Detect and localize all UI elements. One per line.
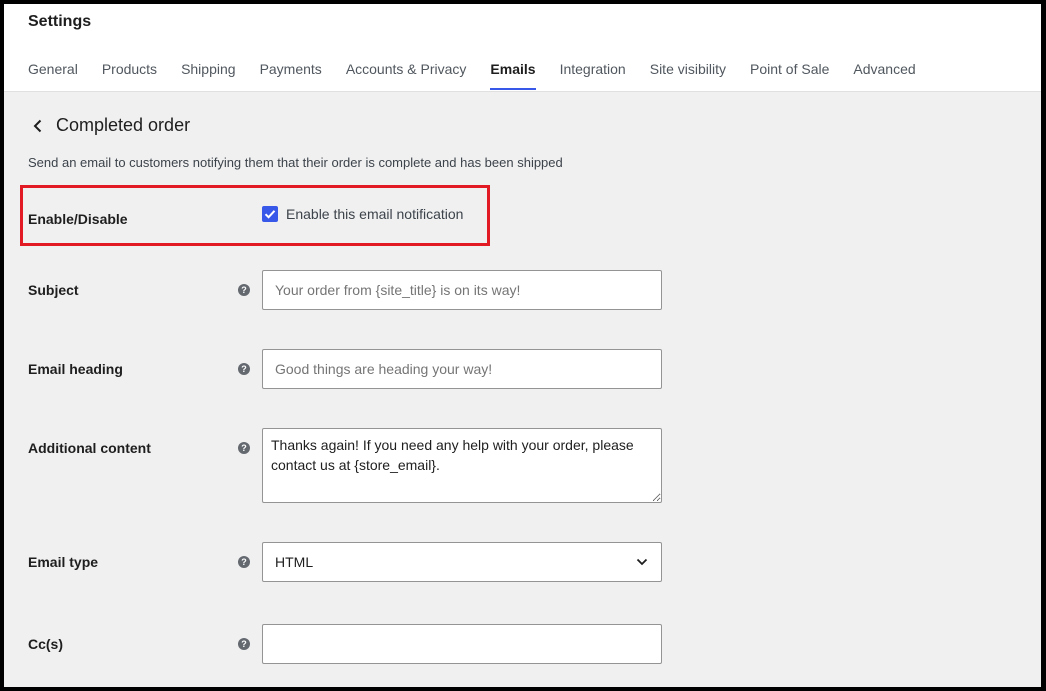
email-type-select[interactable]: HTML: [262, 542, 662, 582]
section-description: Send an email to customers notifying the…: [28, 155, 563, 170]
cc-label: Cc(s): [28, 636, 64, 652]
page-title: Settings: [28, 13, 92, 30]
help-icon[interactable]: ?: [238, 556, 250, 568]
email-heading-label: Email heading: [28, 361, 123, 377]
settings-window: Settings General Products Shipping Payme…: [4, 4, 1041, 687]
additional-content-textarea[interactable]: Thanks again! If you need any help with …: [262, 428, 662, 503]
back-link[interactable]: Completed order: [30, 115, 190, 136]
chevron-left-icon[interactable]: [30, 118, 46, 134]
tab-point-of-sale[interactable]: Point of Sale: [750, 60, 829, 90]
enable-notification-row[interactable]: Enable this email notification: [262, 206, 463, 222]
cc-input[interactable]: [262, 624, 662, 664]
settings-tabs: General Products Shipping Payments Accou…: [28, 60, 940, 90]
chevron-down-icon: [636, 558, 648, 566]
section-heading: Completed order: [56, 115, 191, 135]
tab-payments[interactable]: Payments: [260, 60, 322, 90]
enable-notification-label: Enable this email notification: [286, 206, 464, 222]
tab-products[interactable]: Products: [102, 60, 157, 90]
help-icon[interactable]: ?: [238, 363, 250, 375]
subject-input[interactable]: [262, 270, 662, 310]
tab-site-visibility[interactable]: Site visibility: [650, 60, 726, 90]
tab-accounts-privacy[interactable]: Accounts & Privacy: [346, 60, 467, 90]
tab-shipping[interactable]: Shipping: [181, 60, 236, 90]
additional-content-label: Additional content: [28, 440, 151, 456]
settings-header: Settings General Products Shipping Payme…: [4, 4, 1041, 92]
checkmark-icon: [264, 210, 276, 219]
email-type-value: HTML: [275, 554, 314, 570]
help-icon[interactable]: ?: [238, 284, 250, 296]
email-heading-input[interactable]: [262, 349, 662, 389]
tab-integration[interactable]: Integration: [560, 60, 626, 90]
help-icon[interactable]: ?: [238, 442, 250, 454]
enable-notification-checkbox[interactable]: [262, 206, 278, 222]
tab-emails[interactable]: Emails: [490, 60, 536, 90]
help-icon[interactable]: ?: [238, 638, 250, 650]
email-type-label: Email type: [28, 554, 99, 570]
subject-label: Subject: [28, 282, 79, 298]
tab-general[interactable]: General: [28, 60, 78, 90]
tab-advanced[interactable]: Advanced: [853, 60, 915, 90]
enable-disable-label: Enable/Disable: [28, 211, 128, 227]
